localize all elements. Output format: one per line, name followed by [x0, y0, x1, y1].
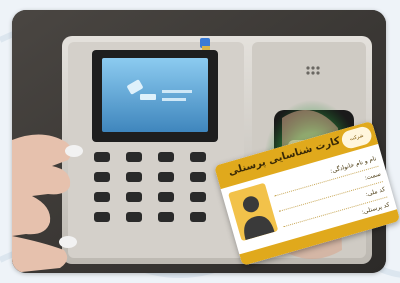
person-icon — [242, 196, 275, 241]
card-logo: شرکت — [339, 124, 374, 151]
card-photo-placeholder — [228, 182, 279, 242]
